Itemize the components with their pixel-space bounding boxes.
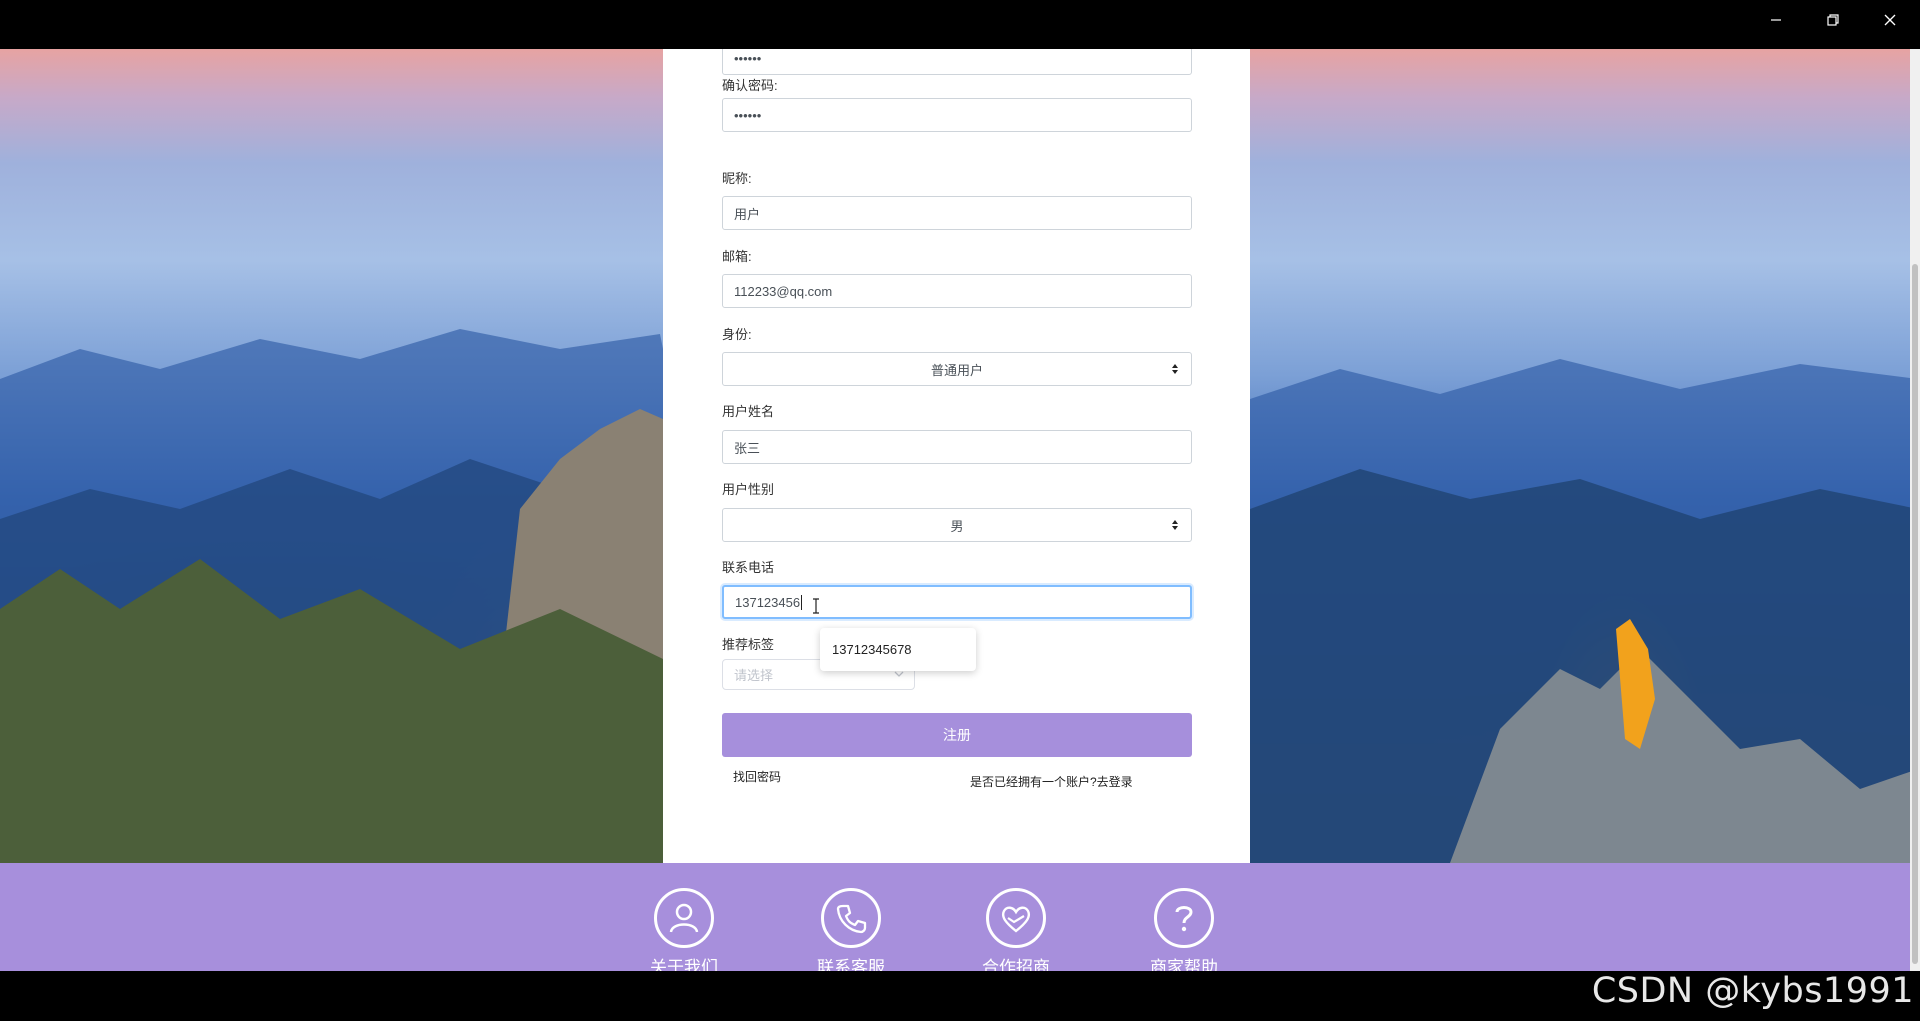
footer-item-help[interactable]: 商家帮助 [1124,863,1244,971]
email-value: 112233@qq.com [734,283,833,299]
watermark: CSDN @kybs1991 [1591,971,1914,1011]
handshake-heart-icon [986,888,1046,948]
page-content: •••••• 确认密码: •••••• 昵称: 用户 邮箱: 112233@qq… [0,49,1918,971]
footer-item-label: 联系客服 [817,958,885,971]
user-icon [654,888,714,948]
phone-autocomplete-suggestion[interactable]: 13712345678 [820,628,976,671]
phone-label: 联系电话 [722,560,775,575]
minimize-icon [1771,19,1781,21]
gender-select[interactable]: 男 [722,508,1192,542]
phone-input[interactable]: 137123456 [722,585,1192,619]
select-arrows-icon [1172,364,1178,374]
realname-label: 用户姓名 [722,404,775,419]
realname-value: 张三 [734,440,761,456]
identity-label: 身份: [722,327,752,342]
identity-value: 普通用户 [930,362,983,378]
email-input[interactable]: 112233@qq.com [722,274,1192,308]
forgot-password-link[interactable]: 找回密码 [733,768,781,785]
realname-input[interactable]: 张三 [722,430,1192,464]
footer-item-partnership[interactable]: 合作招商 [956,863,1076,971]
gender-value: 男 [950,518,964,534]
text-caret [801,594,803,610]
scrollbar-thumb[interactable] [1912,264,1918,964]
gender-label: 用户性别 [722,482,775,497]
register-form-panel: •••••• 确认密码: •••••• 昵称: 用户 邮箱: 112233@qq… [663,49,1250,863]
restore-icon [1827,14,1839,26]
confirm-password-value: •••••• [734,107,762,123]
phone-icon [821,888,881,948]
register-button-label: 注册 [943,727,971,743]
footer-item-support[interactable]: 联系客服 [791,863,911,971]
window-titlebar [0,0,1920,49]
identity-select[interactable]: 普通用户 [722,352,1192,386]
footer-item-label: 商家帮助 [1150,958,1218,971]
close-icon [1884,14,1896,26]
close-button[interactable] [1862,0,1918,40]
confirm-password-input[interactable]: •••••• [722,98,1192,132]
footer-item-label: 关于我们 [650,958,718,971]
email-label: 邮箱: [722,249,752,264]
password-value: •••••• [734,50,762,66]
footer-bar: 关于我们 联系客服 合作招商 商家帮助 [0,863,1918,971]
password-input[interactable]: •••••• [722,49,1192,75]
footer-item-about[interactable]: 关于我们 [624,863,744,971]
nickname-value: 用户 [734,206,761,222]
confirm-password-label: 确认密码: [722,78,778,93]
question-icon [1154,888,1214,948]
tags-label: 推荐标签 [722,637,775,652]
text-cursor-icon [813,598,819,614]
restore-button[interactable] [1805,0,1861,40]
chevron-down-icon [894,671,904,677]
nickname-label: 昵称: [722,171,752,186]
register-button[interactable]: 注册 [722,713,1192,757]
page-scrollbar[interactable] [1910,49,1920,971]
minimize-button[interactable] [1748,0,1804,40]
login-link[interactable]: 是否已经拥有一个账户?去登录 [970,773,1133,790]
select-arrows-icon [1172,520,1178,530]
phone-suggestion-text: 13712345678 [832,642,912,657]
nickname-input[interactable]: 用户 [722,196,1192,230]
footer-item-label: 合作招商 [982,958,1050,971]
phone-value: 137123456 [735,594,801,610]
tags-placeholder: 请选择 [734,668,774,683]
